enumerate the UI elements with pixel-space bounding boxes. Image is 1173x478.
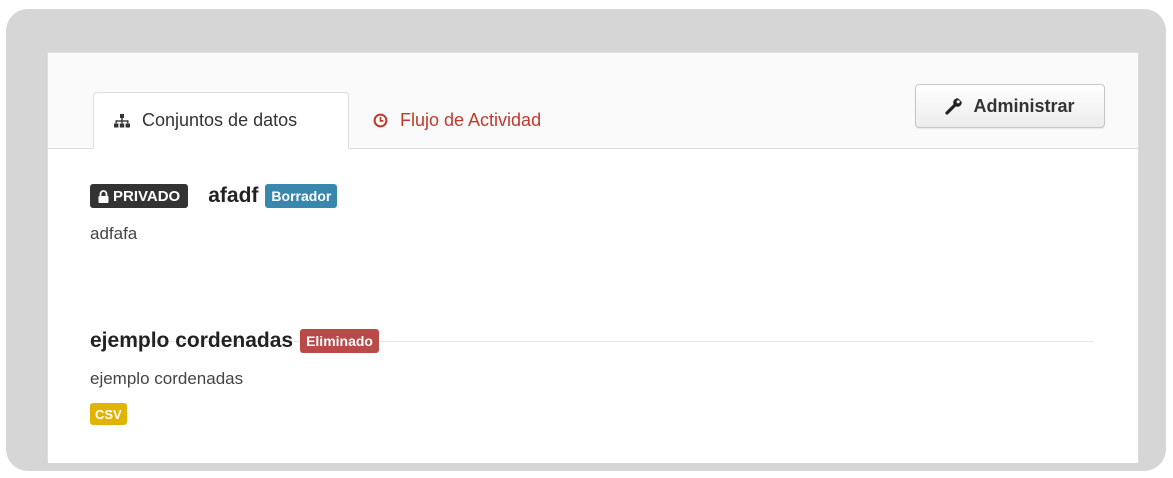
private-badge-label: PRIVADO xyxy=(113,187,181,205)
deleted-badge: Eliminado xyxy=(300,329,379,353)
dataset-notes: adfafa xyxy=(90,224,138,243)
dataset-notes: ejemplo cordenadas xyxy=(90,369,244,388)
format-badge-csv[interactable]: CSV xyxy=(90,403,127,425)
dataset-title-link[interactable]: ejemplo cordenadas xyxy=(90,329,293,353)
manage-button-label: Administrar xyxy=(973,95,1075,116)
lock-icon xyxy=(98,189,109,203)
tab-datasets[interactable]: Conjuntos de datos xyxy=(93,92,349,149)
manage-button[interactable]: Administrar xyxy=(915,84,1105,128)
dataset-list: PRIVADO afadf Borrador adfafa ejemplo co… xyxy=(48,148,1138,463)
dataset-item: PRIVADO afadf Borrador adfafa xyxy=(90,184,338,244)
dataset-title-link[interactable]: afadf xyxy=(208,184,258,208)
sitemap-icon xyxy=(114,113,130,127)
private-badge: PRIVADO xyxy=(90,184,189,208)
content-panel: Conjuntos de datos Flujo de Actividad Ad… xyxy=(47,52,1139,463)
outer-frame: Conjuntos de datos Flujo de Actividad Ad… xyxy=(6,9,1166,471)
tab-activity-stream[interactable]: Flujo de Actividad xyxy=(368,92,541,149)
clock-icon xyxy=(373,113,388,128)
dataset-item: ejemplo cordenadas Eliminado ejemplo cor… xyxy=(90,329,379,425)
tab-datasets-label: Conjuntos de datos xyxy=(142,110,298,130)
tab-activity-label: Flujo de Actividad xyxy=(400,110,542,130)
draft-badge: Borrador xyxy=(265,184,338,208)
wrench-icon xyxy=(945,98,963,115)
